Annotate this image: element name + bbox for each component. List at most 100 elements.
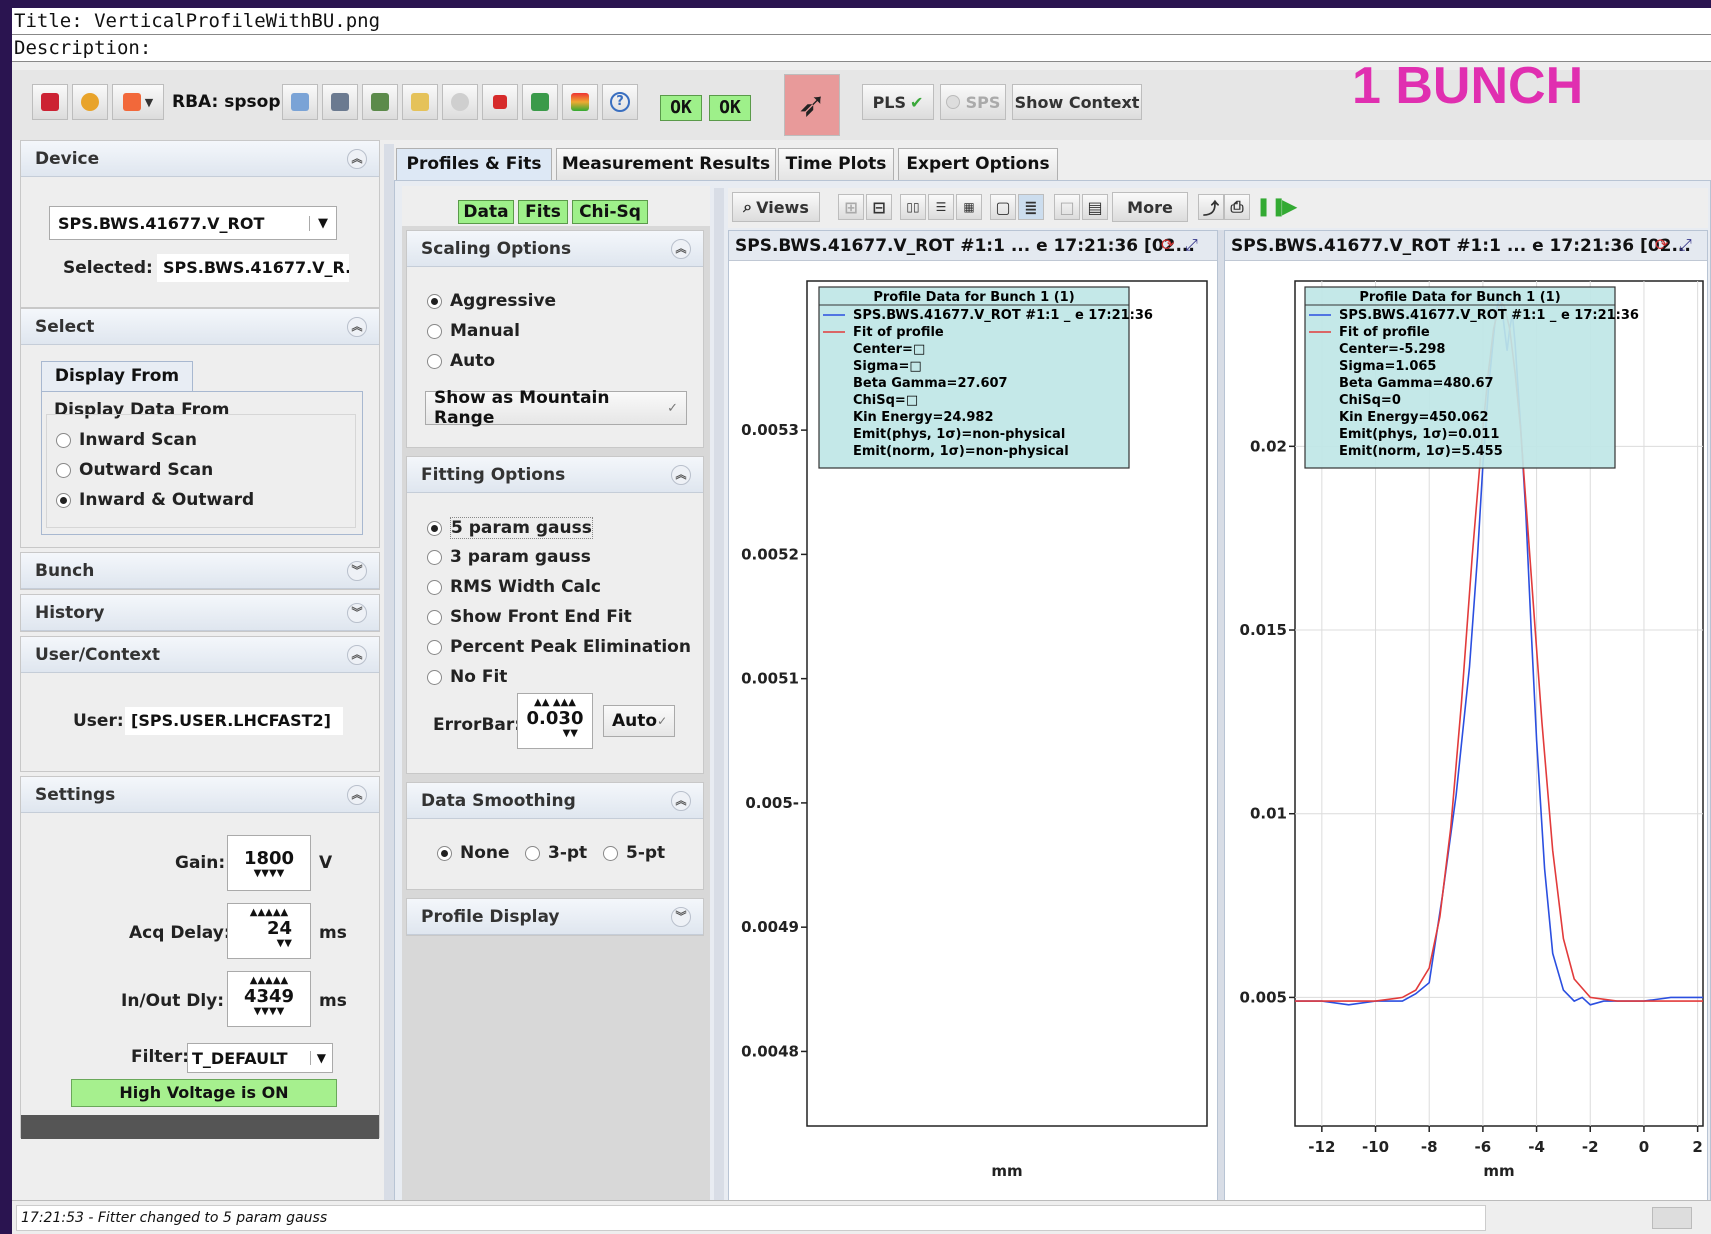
data-toggle[interactable]: Data — [458, 200, 514, 224]
rocket-icon: ➶ — [797, 85, 827, 125]
copy-button[interactable] — [362, 84, 398, 120]
ok-button-1[interactable]: OK — [660, 95, 702, 121]
history-header[interactable]: History ︾ — [21, 595, 379, 631]
fits-toggle[interactable]: Fits — [518, 200, 568, 224]
ok-button-2[interactable]: OK — [709, 95, 751, 121]
list-view-button[interactable]: ≣ — [1018, 194, 1044, 220]
radio-5-param-gauss[interactable]: 5 param gauss — [427, 517, 593, 539]
middle-splitter[interactable] — [714, 188, 724, 1200]
layout-grid-button[interactable]: ⊞ — [838, 194, 864, 220]
record-button[interactable] — [442, 84, 478, 120]
radio-auto[interactable]: Auto — [427, 351, 495, 371]
stop-dropdown-button[interactable]: ▼ — [112, 84, 164, 120]
device-header[interactable]: Device ︽ — [21, 141, 379, 177]
table-icon: ▤ — [1087, 197, 1103, 217]
errorbar-spinner[interactable]: ▲▲ ▲▲▲ 0.030 ▼▼ — [517, 693, 593, 749]
legend-stat: Kin Energy=24.982 — [853, 410, 994, 425]
acq-delay-spinner[interactable]: ▲▲▲▲▲ 24 ▼▼ — [227, 903, 311, 959]
scaling-options-header[interactable]: Scaling Options ︽ — [407, 231, 703, 267]
link-icon — [531, 93, 549, 111]
device-select[interactable]: SPS.BWS.41677.V_ROT ▼ — [49, 206, 337, 240]
print-button[interactable] — [282, 84, 318, 120]
tab-display-from[interactable]: Display From — [41, 361, 193, 391]
settings-header[interactable]: Settings ︽ — [21, 777, 379, 813]
refresh-button[interactable] — [72, 84, 108, 120]
fitting-options-header[interactable]: Fitting Options ︽ — [407, 457, 703, 493]
radio-aggressive[interactable]: Aggressive — [427, 291, 556, 311]
radio-3-param-gauss[interactable]: 3 param gauss — [427, 547, 591, 567]
radio-rms-width-calc[interactable]: RMS Width Calc — [427, 577, 601, 597]
new-window-button[interactable]: ▢ — [990, 194, 1016, 220]
bunch-header[interactable]: Bunch ︾ — [21, 553, 379, 589]
radio-smoothing-3pt[interactable]: 3-pt — [525, 843, 587, 863]
scaling-options-title: Scaling Options — [421, 239, 572, 259]
radio-percent-peak-elimination[interactable]: Percent Peak Elimination — [427, 637, 691, 657]
chart-button[interactable] — [562, 84, 598, 120]
errorbar-value: 0.030 — [526, 708, 584, 729]
user-context-header[interactable]: User/Context ︽ — [21, 637, 379, 673]
open-button[interactable] — [402, 84, 438, 120]
radio-label: 3-pt — [548, 843, 588, 863]
display-mode-select[interactable]: Show as Mountain Range ✓ — [425, 388, 687, 428]
play-icon[interactable]: ▶ — [1282, 194, 1297, 218]
profile-display-header[interactable]: Profile Display ︾ — [407, 899, 703, 935]
plot-2-refresh-icon[interactable]: ⟳ — [1655, 235, 1668, 254]
connect-button[interactable] — [522, 84, 558, 120]
chisq-toggle[interactable]: Chi-Sq — [572, 200, 648, 224]
expand-icon: ︾ — [347, 603, 367, 623]
layout-rows-button[interactable]: ☰ — [928, 194, 954, 220]
plot-2-detach-icon[interactable]: ⤢ — [1679, 235, 1692, 255]
radio-inward-outward[interactable]: Inward & Outward — [56, 490, 254, 510]
exit-button[interactable] — [32, 84, 68, 120]
print-plot-button[interactable]: ⎙ — [1224, 194, 1250, 220]
save-button[interactable] — [322, 84, 358, 120]
tab-expert-options[interactable]: Expert Options — [898, 148, 1058, 180]
radio-no-fit[interactable]: No Fit — [427, 667, 507, 687]
blank-view-button[interactable]: □ — [1054, 194, 1080, 220]
legend-stat: Emit(norm, 1σ)=5.455 — [1339, 444, 1503, 459]
export-button[interactable]: ⤴ — [1198, 194, 1224, 220]
help-button[interactable]: ? — [602, 84, 638, 120]
plot-panel-1: SPS.BWS.41677.V_ROT #1:1 ... e 17:21:36 … — [728, 230, 1218, 1206]
matrix-icon: ▦ — [963, 200, 975, 214]
pls-button[interactable]: PLS ✔ — [862, 84, 934, 120]
filter-select[interactable]: T_DEFAULT ▼ — [187, 1043, 333, 1073]
plot-1-detach-icon[interactable]: ⤢ — [1185, 235, 1198, 255]
plot-2-chart[interactable]: 0.005 0.01 0.015 0.02 -12 -10 -8 -6 -4 -2 0 2 mm Prof… — [1225, 261, 1707, 1205]
show-context-button[interactable]: Show Context — [1012, 84, 1142, 120]
left-splitter[interactable] — [384, 144, 394, 1206]
status-resize-handle[interactable] — [1652, 1207, 1692, 1229]
layout-matrix-button[interactable]: ▦ — [956, 194, 982, 220]
gain-spinner[interactable]: 1800 ▼▼▼▼ — [227, 835, 311, 891]
select-header[interactable]: Select ︽ — [21, 309, 379, 345]
tab-profiles-fits[interactable]: Profiles & Fits — [396, 148, 552, 180]
x-axis-label: mm — [1483, 1162, 1514, 1180]
stop-button[interactable] — [482, 84, 518, 120]
radio-icon — [427, 293, 442, 309]
more-button[interactable]: More — [1112, 192, 1188, 222]
tab-time-plots[interactable]: Time Plots — [778, 148, 894, 180]
radio-smoothing-5pt[interactable]: 5-pt — [603, 843, 665, 863]
data-smoothing-header[interactable]: Data Smoothing ︽ — [407, 783, 703, 819]
radio-outward-scan[interactable]: Outward Scan — [56, 460, 213, 480]
radio-label: 3 param gauss — [450, 547, 591, 567]
plot-1-chart[interactable]: 0.0048 0.0049 0.005- 0.0051 0.0052 0.0053 mm Pr… — [729, 261, 1217, 1205]
y-tick-label: 0.01 — [1250, 805, 1287, 823]
views-button[interactable]: ⌕ Views — [732, 192, 820, 222]
table-view-button[interactable]: ▤ — [1082, 194, 1108, 220]
inout-delay-spinner[interactable]: ▲▲▲▲▲ 4349 ▼▼▼▼ — [227, 971, 311, 1027]
radio-smoothing-none[interactable]: None — [437, 843, 510, 863]
errorbar-mode-select[interactable]: Auto ✓ — [603, 705, 675, 737]
radio-icon — [56, 492, 71, 508]
radio-manual[interactable]: Manual — [427, 321, 520, 341]
layout-tile-button[interactable]: ⊟ — [866, 194, 892, 220]
radio-label: RMS Width Calc — [450, 577, 601, 597]
layout-columns-button[interactable]: ▯▯ — [900, 194, 926, 220]
tab-measurement-results[interactable]: Measurement Results — [556, 148, 776, 180]
plot-1-refresh-icon[interactable]: ⟳ — [1161, 235, 1174, 254]
radio-show-front-end-fit[interactable]: Show Front End Fit — [427, 607, 632, 627]
radio-icon — [427, 353, 442, 369]
sps-button[interactable]: SPS — [940, 84, 1006, 120]
launch-button[interactable]: ➶ — [784, 74, 840, 136]
radio-inward-scan[interactable]: Inward Scan — [56, 430, 197, 450]
